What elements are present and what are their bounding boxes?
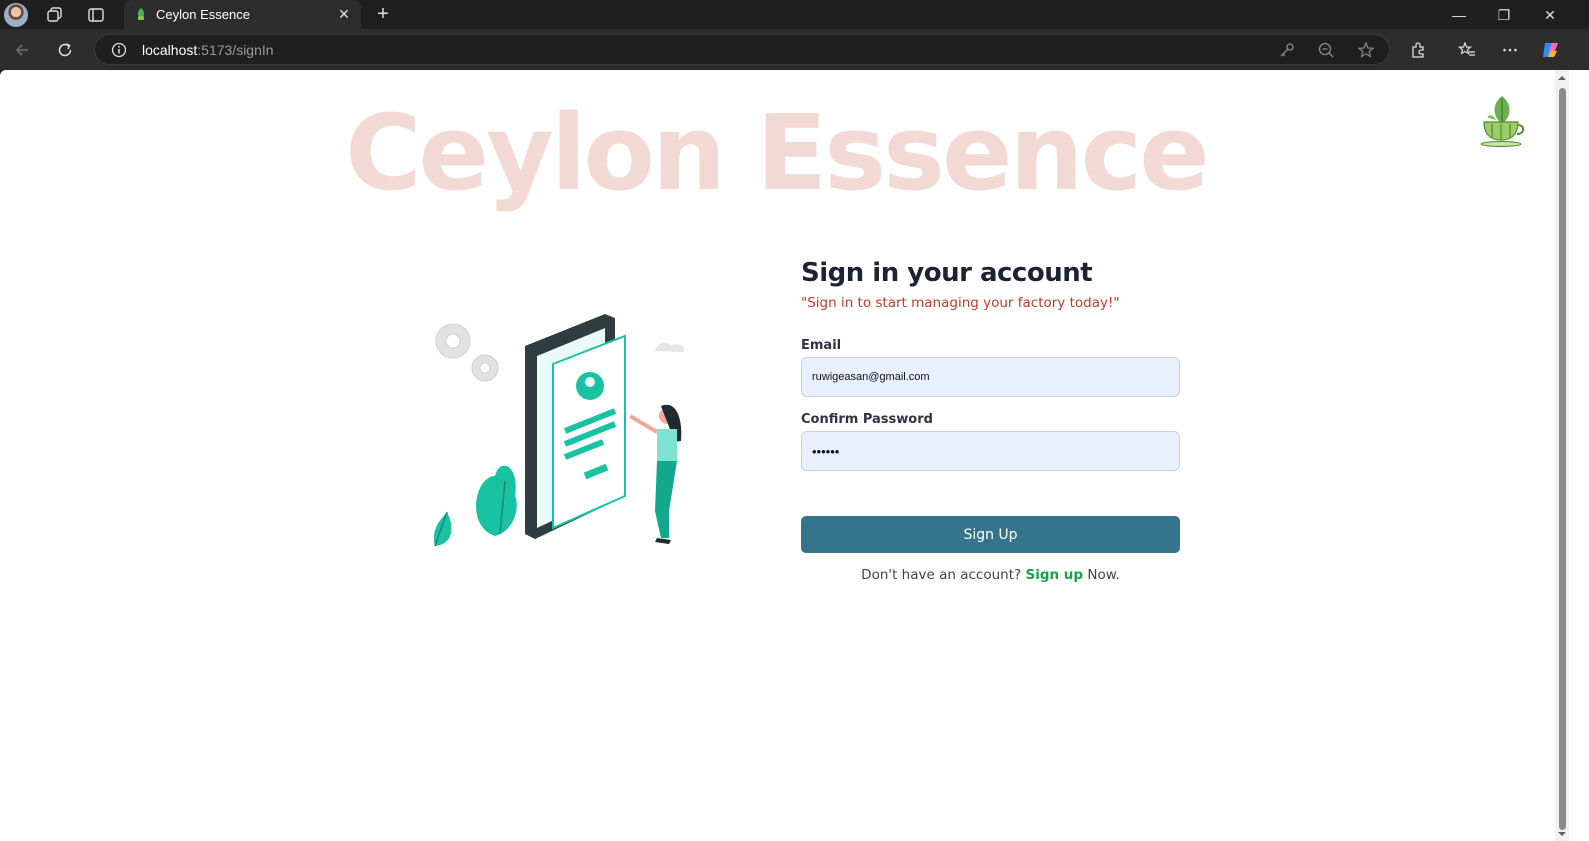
favorites-icon[interactable] — [1455, 38, 1479, 62]
phone-icon — [525, 314, 626, 539]
restore-button[interactable]: ❐ — [1493, 4, 1515, 26]
url-text: localhost:5173/signIn — [142, 42, 274, 58]
tea-cup-logo — [1480, 96, 1525, 147]
tab-ceylon-essence[interactable]: Ceylon Essence ✕ — [124, 0, 361, 29]
browser-toolbar: localhost:5173/signIn — [0, 29, 1589, 70]
window-edge — [1569, 70, 1589, 841]
tab-bar: Ceylon Essence ✕ + — ❐ ✕ — [0, 0, 1589, 29]
signup-prompt-prefix: Don't have an account? — [861, 567, 1022, 583]
favorite-star-icon[interactable] — [1357, 41, 1375, 59]
tab-actions-icon[interactable] — [85, 4, 107, 26]
minimize-button[interactable]: — — [1448, 4, 1470, 26]
site-info-icon[interactable] — [111, 42, 127, 58]
zoom-out-icon[interactable] — [1317, 41, 1335, 59]
page-scrollbar[interactable] — [1555, 70, 1569, 841]
back-icon[interactable] — [10, 38, 34, 62]
page-title: Sign in your account — [801, 258, 1093, 288]
page-subtitle: "Sign in to start managing your factory … — [801, 295, 1120, 311]
cloud-icon — [655, 342, 684, 352]
key-icon[interactable] — [1278, 41, 1296, 59]
brand-watermark: Ceylon Essence — [345, 92, 1210, 214]
woman-figure-icon — [628, 404, 682, 544]
more-icon[interactable] — [1498, 38, 1522, 62]
new-tab-button[interactable]: + — [372, 3, 394, 25]
email-label: Email — [801, 338, 842, 353]
address-bar[interactable]: localhost:5173/signIn — [94, 34, 1390, 65]
signup-link[interactable]: Sign up — [1025, 567, 1083, 583]
signin-form: Sign in your account "Sign in to start m… — [801, 258, 1181, 583]
extensions-icon[interactable] — [1406, 38, 1430, 62]
profile-avatar[interactable] — [4, 3, 28, 27]
sign-up-button[interactable]: Sign Up — [801, 516, 1180, 553]
signup-prompt: Don't have an account? Sign up Now. — [801, 567, 1180, 583]
signin-illustration — [433, 314, 684, 547]
scroll-thumb[interactable] — [1559, 88, 1566, 830]
tab-title: Ceylon Essence — [156, 7, 250, 22]
refresh-icon[interactable] — [53, 38, 77, 62]
signup-prompt-suffix: Now. — [1087, 567, 1120, 583]
workspaces-icon[interactable] — [44, 4, 66, 26]
close-window-button[interactable]: ✕ — [1539, 4, 1561, 26]
tea-favicon-icon — [138, 8, 144, 20]
gears-icon — [435, 323, 499, 382]
email-field[interactable]: ruwigeasan@gmail.com — [801, 357, 1180, 397]
password-label: Confirm Password — [801, 412, 933, 427]
tab-close-icon[interactable]: ✕ — [335, 5, 353, 23]
scroll-up-icon[interactable] — [1558, 74, 1566, 82]
page-content: Ceylon Essence Sign in your account "Sig… — [0, 70, 1555, 841]
big-leaf-icon — [476, 465, 517, 536]
copilot-icon[interactable] — [1539, 38, 1563, 62]
scroll-down-icon[interactable] — [1558, 830, 1566, 838]
password-field[interactable]: •••••• — [801, 431, 1180, 471]
